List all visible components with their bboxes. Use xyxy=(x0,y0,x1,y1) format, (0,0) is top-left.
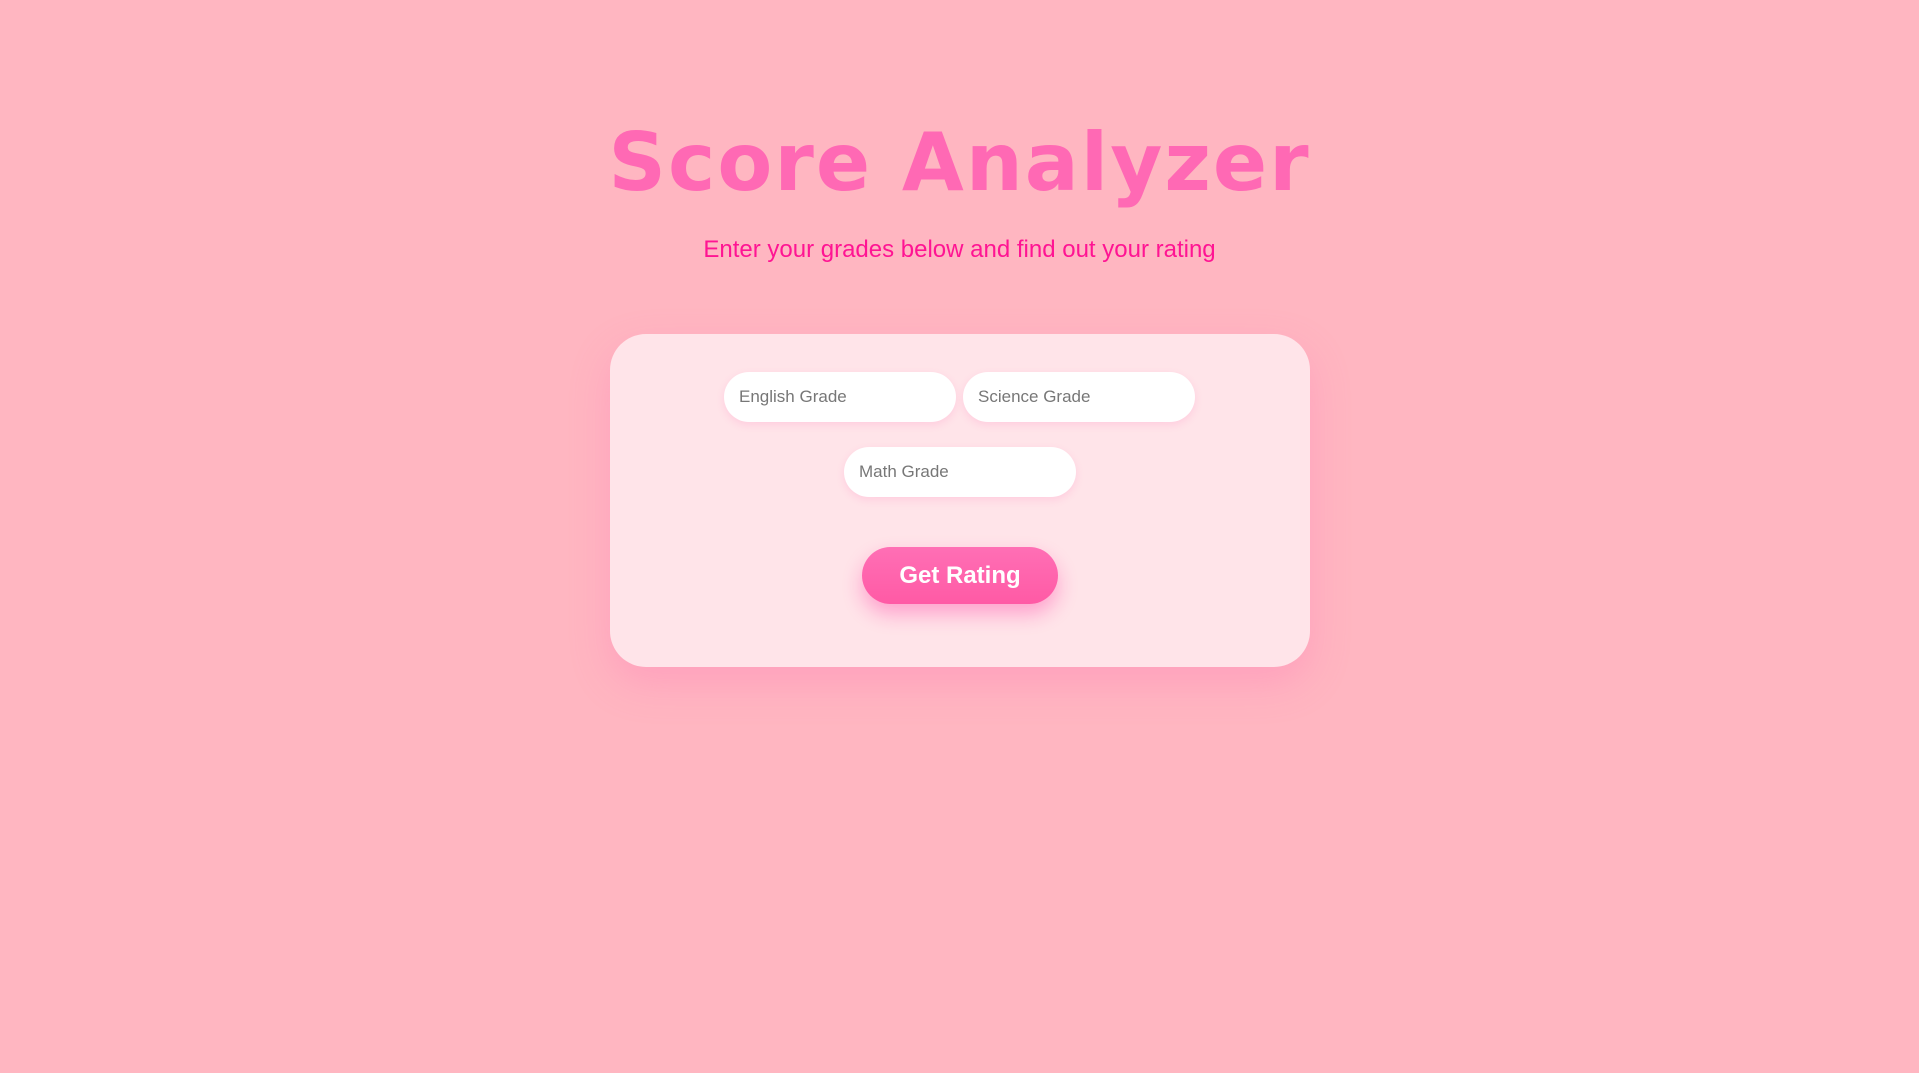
get-rating-button[interactable]: Get Rating xyxy=(862,547,1058,604)
english-grade-input[interactable] xyxy=(724,372,956,422)
page-title: Score Analyzer xyxy=(608,116,1311,209)
science-grade-input[interactable] xyxy=(963,372,1195,422)
math-grade-input[interactable] xyxy=(844,447,1076,497)
page-subtitle: Enter your grades below and find out you… xyxy=(703,236,1216,263)
grades-card: Get Rating xyxy=(610,334,1310,667)
page: Score Analyzer Enter your grades below a… xyxy=(0,0,1919,1073)
